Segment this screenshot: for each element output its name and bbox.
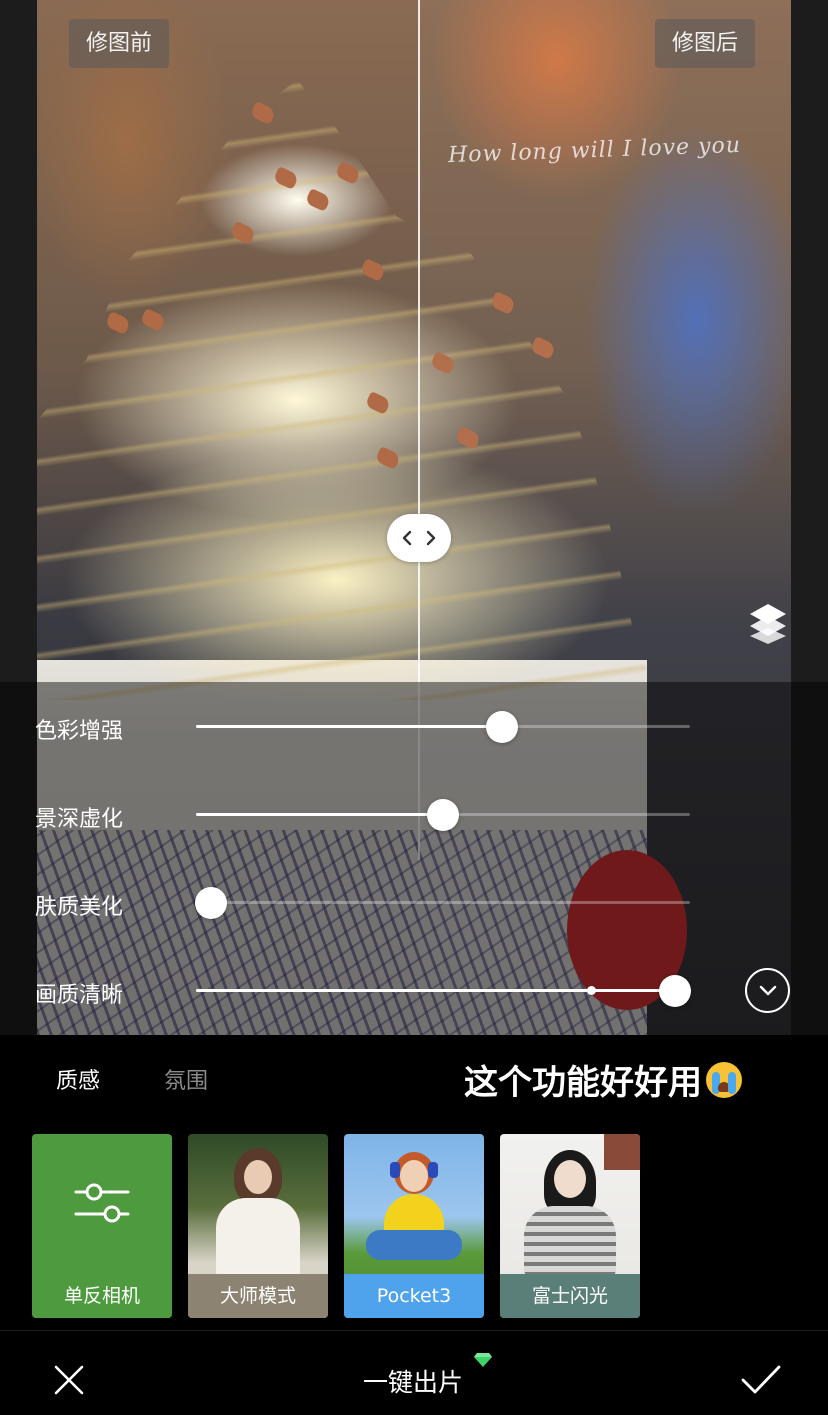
slider-label: 画质清晰 — [35, 983, 124, 1008]
tab-atmosphere[interactable]: 氛围 — [164, 1063, 208, 1095]
chevron-right-icon — [426, 530, 436, 546]
after-label: 修图后 — [655, 19, 756, 68]
collapse-sliders-button[interactable] — [745, 968, 790, 1013]
close-icon[interactable] — [52, 1363, 86, 1397]
vip-gem-icon — [474, 1353, 492, 1367]
slider-default-marker — [587, 986, 596, 995]
preset-label: Pocket3 — [344, 1274, 484, 1318]
filter-category-tabs: 质感 氛围 这个功能好好用 — [0, 1035, 828, 1125]
adjustment-sliders-panel: 色彩增强 景深虚化 肤质美化 画质清晰 — [0, 682, 828, 1035]
preset-card-fuji-flash[interactable]: 富士闪光 — [500, 1134, 640, 1318]
slider-image-clarity: 画质清晰 — [0, 965, 828, 1015]
chevron-left-icon — [402, 530, 412, 546]
slider-track[interactable] — [196, 799, 690, 831]
preset-list: 单反相机 大师模式 Pocket3 富士闪光 — [0, 1125, 828, 1330]
one-click-edit-title[interactable]: 一键出片 — [363, 1363, 463, 1399]
preset-label: 大师模式 — [188, 1274, 328, 1318]
slider-fill — [196, 813, 443, 816]
check-icon[interactable] — [740, 1363, 782, 1397]
sliders-adjust-icon — [74, 1183, 130, 1223]
before-label: 修图前 — [69, 19, 170, 68]
preset-card-dslr[interactable]: 单反相机 — [32, 1134, 172, 1318]
slider-label: 色彩增强 — [35, 719, 124, 744]
layers-icon[interactable] — [748, 602, 788, 646]
slider-thumb[interactable] — [195, 887, 227, 919]
slider-label: 景深虚化 — [35, 807, 124, 832]
photo-preview: How long will I love you 修图前 修图后 色彩增强 景深… — [0, 0, 828, 1035]
slider-fill — [196, 725, 502, 728]
slider-label: 肤质美化 — [35, 895, 124, 920]
slider-skin-beautify: 肤质美化 — [0, 877, 828, 927]
slider-thumb[interactable] — [427, 799, 459, 831]
overlay-caption: 这个功能好好用 — [464, 1055, 742, 1104]
chevron-down-icon — [759, 985, 776, 995]
slider-track[interactable] — [196, 975, 691, 1007]
slider-thumb[interactable] — [659, 975, 691, 1007]
slider-thumb[interactable] — [486, 711, 518, 743]
slider-depth-blur: 景深虚化 — [0, 789, 828, 839]
preset-label: 富士闪光 — [500, 1274, 640, 1318]
crying-emoji-icon — [706, 1061, 742, 1098]
slider-track[interactable] — [196, 711, 690, 743]
preset-card-master-mode[interactable]: 大师模式 — [188, 1134, 328, 1318]
preset-card-pocket3[interactable]: Pocket3 — [344, 1134, 484, 1318]
slider-fill — [196, 989, 675, 992]
tab-texture[interactable]: 质感 — [56, 1063, 100, 1095]
slider-track[interactable] — [195, 887, 690, 919]
preset-thumbnail-bricks — [604, 1134, 640, 1170]
compare-slider-handle[interactable] — [387, 514, 451, 562]
slider-color-enhance: 色彩增强 — [0, 701, 828, 751]
bottom-action-bar: 一键出片 — [0, 1330, 828, 1415]
overlay-caption-text: 这个功能好好用 — [464, 1063, 702, 1103]
preset-label: 单反相机 — [32, 1274, 172, 1318]
